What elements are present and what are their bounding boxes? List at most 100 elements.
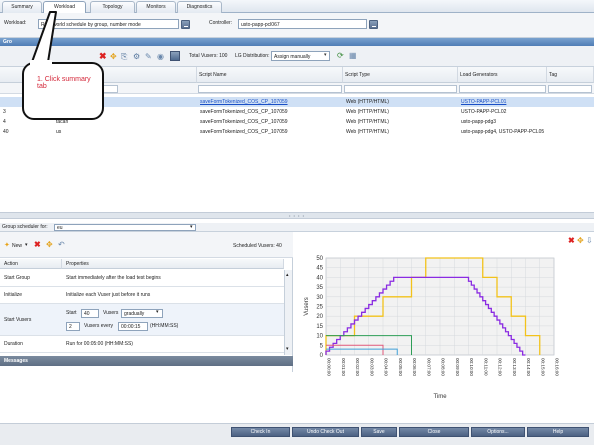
interval-input[interactable]: 00:00:15 [118,322,148,331]
table-row[interactable]: 40 us saveFormTokenized_COS_CP_107059 We… [0,127,594,137]
start-mode-chevron-icon[interactable]: ▾ [156,308,159,316]
settings-icon[interactable]: ⚙ [133,52,140,61]
x-tick-label: 00:08:00 [441,358,446,376]
col-properties: Properties [62,259,284,269]
move-action-icon[interactable]: ✥ [46,240,53,249]
filter-type-input[interactable] [344,85,457,93]
callout-text: 1. Click summary tab [37,76,91,90]
y-tick-label: 35 [316,285,323,291]
x-tick-label: 00:14:00 [526,358,531,376]
group-scheduler-chevron-icon[interactable]: ▾ [190,223,193,232]
row-lg: usto-papp-pdg4, USTO-PAPP-PCL05 [461,129,545,135]
splitter-handle[interactable]: • • • • [0,212,594,219]
new-action-icon[interactable]: ✦ [4,242,10,249]
lg-distribution-chevron-icon[interactable]: ▾ [324,52,327,58]
group-scheduler-bar: Group scheduler for: eu ▾ [0,223,594,232]
row-type: Web (HTTP/HTML) [346,109,389,115]
col-tag[interactable]: Tag [547,67,594,83]
tab-monitors[interactable]: Monitors [136,1,176,13]
row-type: Web (HTTP/HTML) [346,99,389,105]
row-id: 4 [3,119,6,125]
step-vusers-input[interactable]: 2 [66,322,80,331]
scroll-up-icon[interactable]: ▴ [286,272,289,278]
x-tick-label: 00:13:00 [512,358,517,376]
action-name: Initialize [4,292,23,298]
col-script-type[interactable]: Script Type [343,67,458,83]
filter-lg-input[interactable] [459,85,546,93]
messages-bar[interactable]: Messages [0,356,293,366]
view-icon[interactable]: ◉ [157,52,164,61]
move-icon[interactable]: ✥ [110,52,117,61]
filter-tag-input[interactable] [548,85,592,93]
row-script[interactable]: saveFormTokenized_COS_CP_107059 [200,97,288,107]
schedule-chart: 0 5 10 15 20 25 30 35 40 45 50 00:00:00 00:01:00 00:0… [304,256,560,400]
delete-icon[interactable]: ✖ [99,52,107,61]
edit-icon[interactable]: ✎ [145,52,152,61]
action-name: Duration [4,341,23,347]
row-type: Web (HTTP/HTML) [346,129,389,135]
row-script: saveFormTokenized_COS_CP_107059 [200,119,288,125]
undo-action-icon[interactable]: ↶ [58,240,65,249]
y-axis-label: Vusers [304,297,310,315]
scheduler-row[interactable]: Duration Run for 00:05:00 (HH:MM:SS) [0,336,284,353]
x-tick-label: 00:11:00 [483,358,488,376]
grid-view-icon[interactable] [170,51,180,61]
copy-icon[interactable]: ⎘ [121,52,127,61]
x-tick-label: 00:10:00 [469,358,474,376]
tab-topology[interactable]: Topology [90,1,135,13]
interval-format: (HH:MM:SS) [150,323,179,329]
new-action-button[interactable]: New [12,243,22,249]
y-tick-label: 50 [316,256,323,262]
row-script: saveFormTokenized_COS_CP_107059 [200,109,288,115]
x-tick-label: 00:05:00 [398,358,403,376]
undo-checkout-button[interactable]: Undo Check Out [292,427,359,437]
workload-dropdown-button[interactable] [181,20,190,29]
scheduler-row[interactable]: Start Vusers Start 40 Vusers gradually ▾… [0,304,284,336]
y-tick-label: 5 [320,343,324,349]
scheduler-row[interactable]: Initialize Initialize each Vuser just be… [0,287,284,304]
action-properties: Initialize each Vuser just before it run… [66,292,151,298]
col-load-generators[interactable]: Load Generators [458,67,547,83]
groups-header: Gro [0,38,594,46]
x-tick-label: 00:07:00 [426,358,431,376]
group-scheduler-select[interactable]: eu [54,224,196,231]
refresh-icon[interactable]: ⟳ [337,51,344,60]
close-button[interactable]: Close [399,427,469,437]
x-tick-label: 00:02:00 [355,358,360,376]
x-axis-label: Time [433,394,447,400]
y-tick-label: 15 [316,324,323,330]
x-tick-label: 00:04:00 [384,358,389,376]
check-in-button[interactable]: Check In [231,427,290,437]
row-id: 40 [3,129,9,135]
row-type: Web (HTTP/HTML) [346,119,389,125]
controller-dropdown-button[interactable] [369,20,378,29]
action-properties: Start immediately after the load test be… [66,275,161,281]
filter-script-input[interactable] [198,85,342,93]
x-tick-label: 00:01:00 [341,358,346,376]
scheduler-scrollbar[interactable]: ▴ ▾ [284,270,292,355]
row-lg: usto-papp-pdg3 [461,119,497,125]
tab-bar: Summary Workload Topology Monitors Diagn… [0,0,594,14]
scheduler-toolbar: ✦ New ▾ ✖ ✥ ↶ Scheduled Vusers: 40 [0,232,293,258]
lg-distribution-select[interactable]: Assign manually [271,51,330,61]
y-tick-label: 10 [316,334,323,340]
new-dropdown-icon[interactable]: ▾ [25,242,28,248]
controller-select[interactable]: usto-papp-pcl067 [238,19,367,29]
col-script-name[interactable]: Script Name [197,67,343,83]
row-lg[interactable]: USTO-PAPP-PCL01 [461,97,506,107]
action-properties: Run for 00:05:00 (HH:MM:SS) [66,341,133,347]
tab-diagnostics[interactable]: Diagnostics [177,1,222,13]
save-button[interactable]: Save [361,427,397,437]
start-vusers-input[interactable]: 40 [81,309,99,318]
y-tick-label: 20 [316,314,323,320]
x-tick-label: 00:00:00 [327,358,332,376]
help-button[interactable]: Help [527,427,589,437]
total-vusers: Total Vusers: 100 [189,53,228,59]
table-icon[interactable]: ▦ [349,51,357,60]
scroll-down-icon[interactable]: ▾ [286,346,289,352]
scheduler-row[interactable]: Start Group Start immediately after the … [0,270,284,287]
y-tick-label: 25 [316,305,323,311]
start-label: Start [66,310,77,316]
delete-action-icon[interactable]: ✖ [34,240,41,249]
options-button[interactable]: Options... [471,427,525,437]
